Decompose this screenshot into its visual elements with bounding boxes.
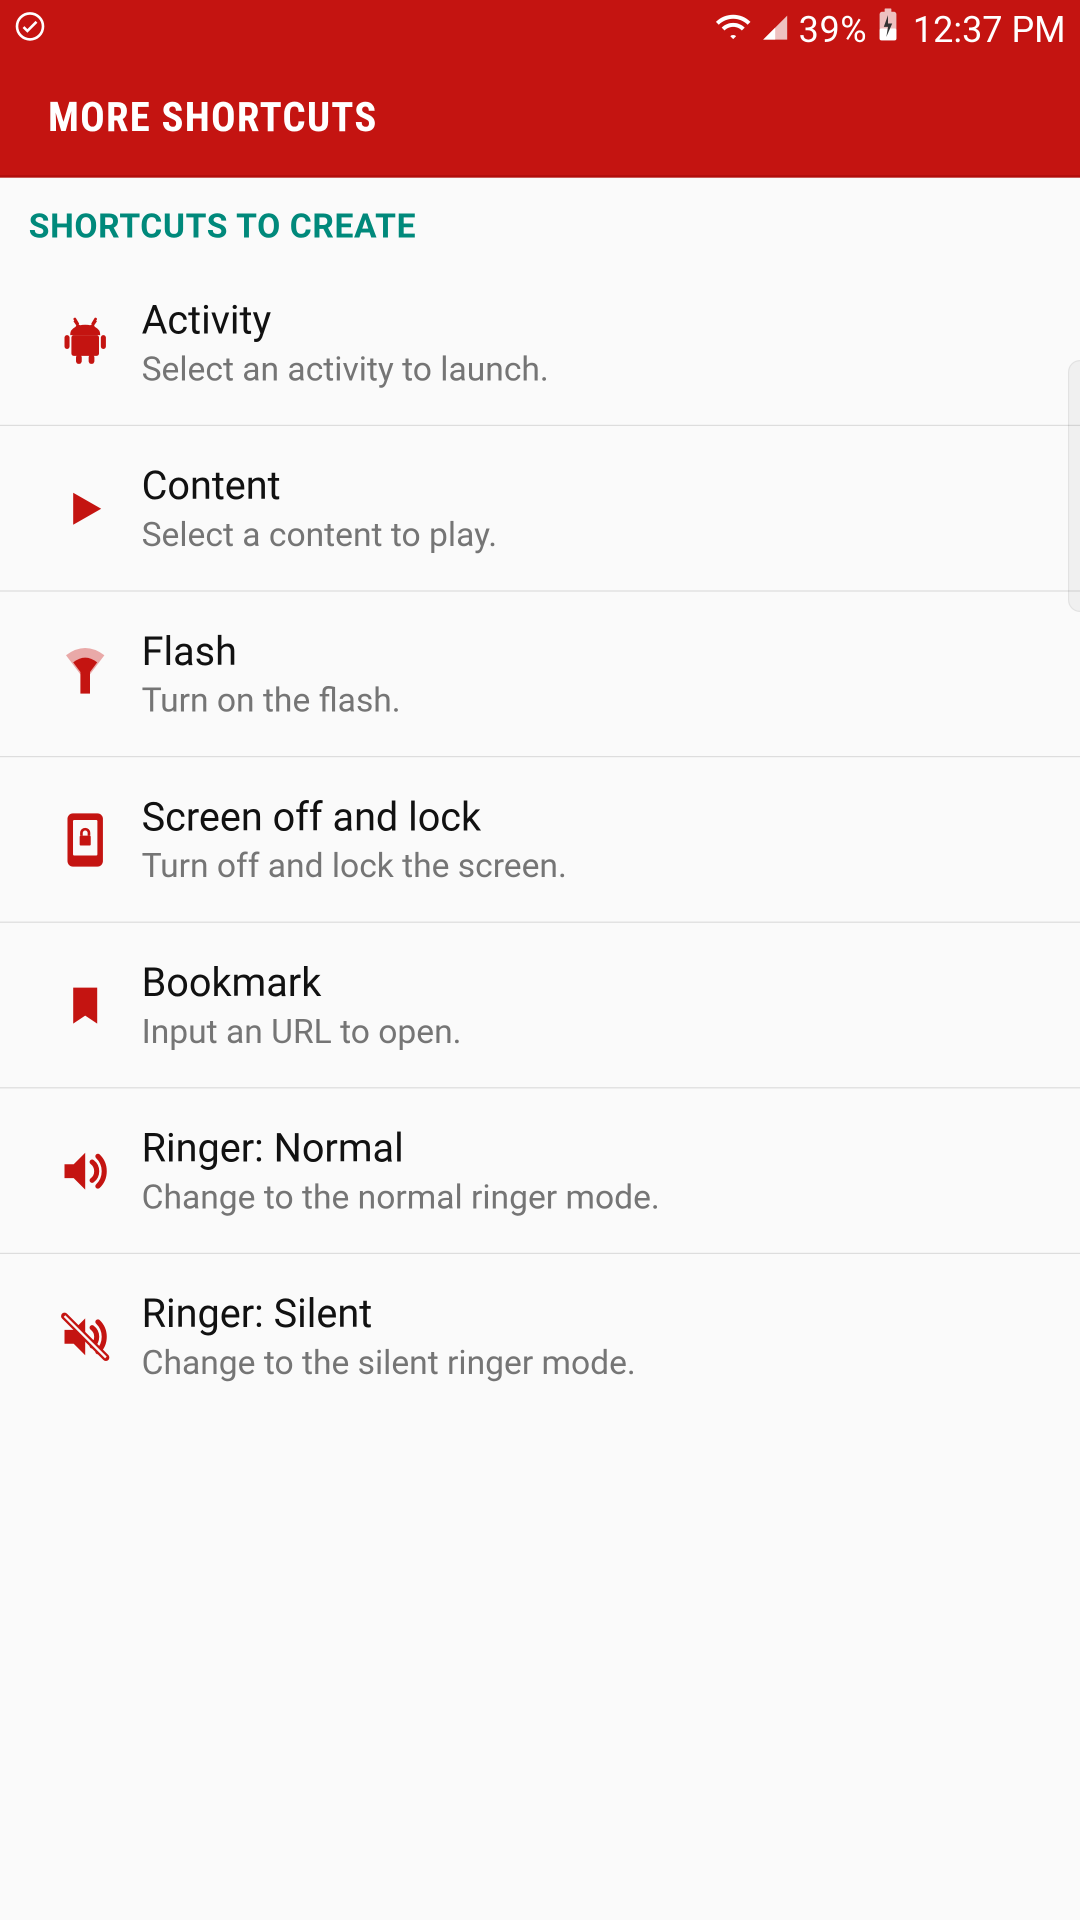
list-item-ringer-normal[interactable]: Ringer: Normal Change to the normal ring… [0, 1088, 1080, 1254]
check-circle-icon [14, 9, 45, 51]
item-subtitle: Select a content to play. [142, 514, 1052, 554]
list-item-ringer-silent[interactable]: Ringer: Silent Change to the silent ring… [0, 1254, 1080, 1420]
item-subtitle: Turn off and lock the screen. [142, 845, 1052, 885]
list-item-activity[interactable]: Activity Select an activity to launch. [0, 260, 1080, 426]
section-header: SHORTCUTS TO CREATE [0, 178, 1080, 261]
shortcut-list: Activity Select an activity to launch. C… [0, 260, 1080, 1419]
list-item-content[interactable]: Content Select a content to play. [0, 426, 1080, 592]
signal-icon [760, 9, 789, 51]
item-subtitle: Turn on the flash. [142, 680, 1052, 720]
list-item-flash[interactable]: Flash Turn on the flash. [0, 592, 1080, 758]
item-title: Flash [142, 628, 1052, 675]
list-item-screen-lock[interactable]: Screen off and lock Turn off and lock th… [0, 757, 1080, 923]
android-icon [29, 315, 142, 370]
item-title: Bookmark [142, 959, 1052, 1006]
bookmark-icon [29, 977, 142, 1032]
app-bar: MORE SHORTCUTS [0, 60, 1080, 178]
play-icon [29, 484, 142, 532]
battery-charging-icon [877, 8, 899, 51]
item-subtitle: Change to the normal ringer mode. [142, 1177, 1052, 1217]
status-bar: 39% 12:37 PM [0, 0, 1080, 60]
item-title: Content [142, 463, 1052, 510]
item-subtitle: Select an activity to launch. [142, 349, 1052, 389]
volume-icon [29, 1143, 142, 1198]
wifi-icon [715, 9, 751, 51]
clock-time: 12:37 PM [913, 9, 1066, 51]
item-subtitle: Input an URL to open. [142, 1011, 1052, 1051]
volume-off-icon [29, 1309, 142, 1364]
phone-lock-icon [29, 811, 142, 869]
item-title: Ringer: Silent [142, 1291, 1052, 1338]
flashlight-icon [29, 645, 142, 703]
item-subtitle: Change to the silent ringer mode. [142, 1343, 1052, 1383]
page-title: MORE SHORTCUTS [48, 94, 1032, 142]
item-title: Ringer: Normal [142, 1125, 1052, 1172]
battery-percentage: 39% [799, 9, 868, 51]
list-item-bookmark[interactable]: Bookmark Input an URL to open. [0, 923, 1080, 1089]
scroll-handle[interactable] [1068, 360, 1080, 612]
item-title: Activity [142, 297, 1052, 344]
item-title: Screen off and lock [142, 794, 1052, 841]
